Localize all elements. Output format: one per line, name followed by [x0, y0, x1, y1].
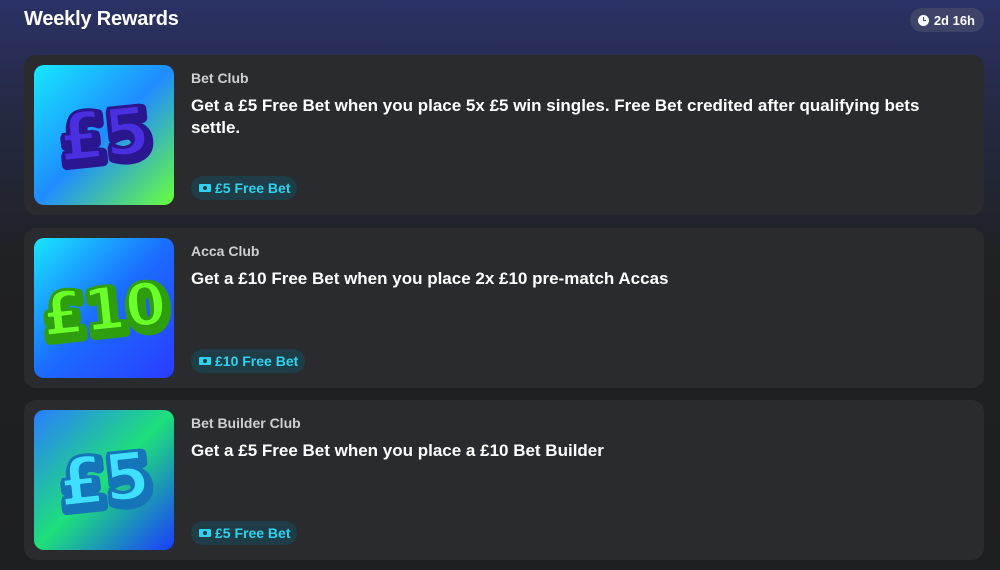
- club-name: Bet Builder Club: [191, 415, 301, 431]
- club-name: Bet Club: [191, 70, 249, 86]
- reward-thumbnail: £10 £10: [34, 238, 174, 378]
- rewards-header: Weekly Rewards 2d 16h: [0, 0, 1000, 42]
- reward-description: Get a £10 Free Bet when you place 2x £10…: [191, 269, 669, 288]
- reward-image: £10 £10: [34, 238, 174, 378]
- reward-thumbnail: £5 £5: [34, 410, 174, 550]
- clock-icon: [917, 14, 929, 26]
- free-bet-label: £5 Free Bet: [215, 180, 291, 196]
- club-name: Acca Club: [191, 243, 260, 259]
- countdown-text: 2d 16h: [933, 12, 975, 28]
- reward-thumbnail: £5 £5: [34, 65, 174, 205]
- countdown-badge: 2d 16h: [909, 8, 984, 32]
- reward-card[interactable]: £5 £5 Bet Club Get a £5 Free Bet when yo…: [24, 55, 984, 215]
- thumb-glyph: £10: [38, 269, 170, 352]
- free-bet-badge: £10 Free Bet: [191, 349, 306, 373]
- page-title: Weekly Rewards: [24, 8, 179, 30]
- reward-card[interactable]: £10 £10 Acca Club Get a £10 Free Bet whe…: [24, 228, 984, 388]
- thumb-glyph: £5: [54, 91, 153, 177]
- ticket-icon: [199, 357, 211, 365]
- ticket-icon: [199, 529, 211, 537]
- reward-description: Get a £5 Free Bet when you place a £10 B…: [191, 441, 604, 460]
- free-bet-badge: £5 Free Bet: [191, 176, 298, 200]
- ticket-icon: [199, 184, 211, 192]
- thumb-glyph: £5: [54, 436, 153, 522]
- reward-image: £5 £5: [34, 410, 174, 550]
- reward-card[interactable]: £5 £5 Bet Builder Club Get a £5 Free Bet…: [24, 400, 984, 560]
- free-bet-label: £5 Free Bet: [215, 525, 291, 541]
- reward-description: Get a £5 Free Bet when you place 5x £5 w…: [191, 96, 920, 137]
- free-bet-badge: £5 Free Bet: [191, 521, 298, 545]
- reward-image: £5 £5: [34, 65, 174, 205]
- free-bet-label: £10 Free Bet: [215, 353, 299, 369]
